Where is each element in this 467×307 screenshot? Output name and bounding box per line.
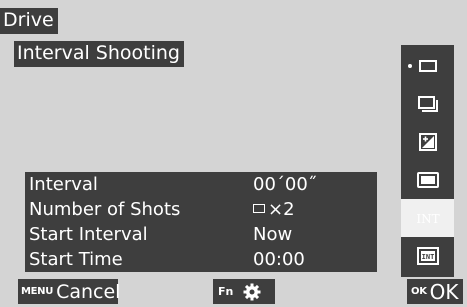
fn-key-label: Fn: [218, 285, 234, 298]
setting-label: Start Time: [29, 249, 123, 270]
menu-key-label: MENU: [21, 286, 54, 297]
setting-row-number-of-shots[interactable]: Number of Shots ×2: [25, 197, 377, 222]
ok-label: OK: [429, 279, 459, 304]
setting-value: 00´00˝: [253, 174, 317, 195]
interval-composite-icon: INT: [416, 247, 439, 265]
exposure-bracket-icon: [418, 133, 437, 151]
cancel-label: Cancel: [56, 280, 121, 303]
setting-label: Start Interval: [29, 224, 148, 245]
cancel-button[interactable]: MENU Cancel: [18, 279, 121, 304]
drive-mode-strip: INT INT: [401, 45, 454, 277]
setting-value: 00:00: [253, 249, 305, 270]
setting-row-interval[interactable]: Interval 00´00˝: [25, 172, 377, 197]
setting-label: Interval: [29, 174, 98, 195]
bottom-button-bar: MENU Cancel Fn OK OK: [0, 277, 467, 307]
ok-button[interactable]: OK OK: [407, 279, 463, 304]
drive-mode-mirror-up[interactable]: [401, 161, 454, 199]
drive-mode-continuous[interactable]: [401, 85, 454, 123]
mode-subtitle: Interval Shooting: [14, 41, 184, 67]
interval-shooting-icon: INT: [416, 212, 439, 226]
interval-settings-panel: Interval 00´00˝ Number of Shots ×2 Start…: [25, 172, 377, 272]
gear-icon: [243, 283, 261, 300]
setting-row-start-time[interactable]: Start Time 00:00: [25, 247, 377, 272]
setting-value-group: ×2: [253, 197, 295, 222]
current-mode-dot: [408, 64, 412, 68]
setting-label: Number of Shots: [29, 199, 181, 220]
int-label: INT: [416, 212, 439, 226]
screen-title: Drive: [0, 8, 58, 34]
int-label: INT: [421, 253, 434, 261]
setting-row-start-interval[interactable]: Start Interval Now: [25, 222, 377, 247]
drive-mode-interval[interactable]: INT: [401, 199, 454, 237]
drive-mode-single[interactable]: [401, 47, 454, 85]
drive-mode-interval-composite[interactable]: INT: [401, 237, 454, 275]
frame-icon: [253, 203, 265, 213]
setting-value: ×2: [268, 199, 295, 220]
single-frame-icon: [418, 60, 437, 72]
drive-mode-bracket[interactable]: [401, 123, 454, 161]
ok-key-label: OK: [411, 286, 427, 297]
mirror-up-icon: [416, 172, 439, 188]
continuous-icon: [417, 96, 438, 112]
setting-value: Now: [253, 224, 293, 245]
settings-button[interactable]: Fn: [213, 279, 275, 304]
